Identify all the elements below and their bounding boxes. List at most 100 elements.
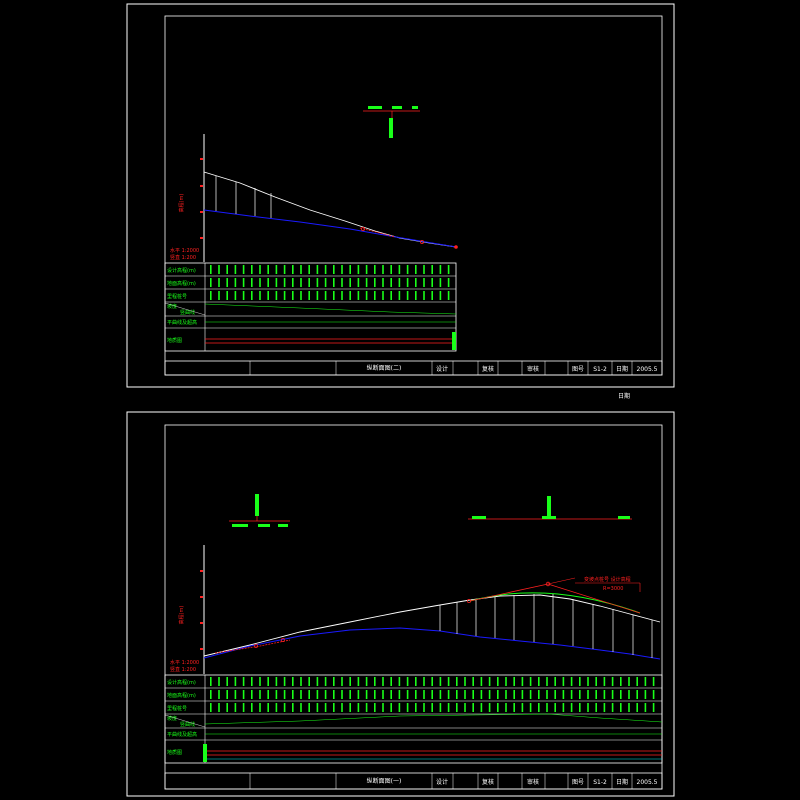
table-value-mark — [218, 703, 220, 712]
table-value-mark — [464, 677, 466, 686]
sheet-top-title-block: 纵断面图(二) 设计 复核 审核 图号 S1-2 日期 2005.5 — [164, 360, 663, 376]
table-value-mark — [357, 278, 360, 287]
table-value-mark — [570, 703, 573, 712]
table-value-mark — [374, 677, 376, 686]
table-value-mark — [406, 703, 409, 712]
table-value-mark — [644, 677, 647, 686]
sheet-bottom: 高程(m) 水平 1:2000 竖直 1:200 变坡点桩号 设计高程 R=30… — [126, 411, 675, 797]
sheet-bottom-data-table: 设计高程(m) 地面高程(m) 里程桩号 坡度 竖曲线 平曲线及超高 地质图 — [164, 674, 663, 764]
table-value-mark — [415, 690, 417, 699]
table-value-mark — [308, 265, 310, 274]
table-value-mark — [374, 690, 376, 699]
table-value-mark — [447, 291, 450, 300]
table-value-mark — [365, 291, 368, 300]
sheet-top-design-label: 设计 — [436, 365, 448, 373]
table-value-mark — [390, 703, 392, 712]
table-value-mark — [611, 677, 614, 686]
table-value-mark — [497, 690, 499, 699]
table-value-mark — [513, 703, 515, 712]
sheet-bottom-axis-label: 高程(m) — [178, 606, 185, 625]
table-value-mark — [382, 291, 384, 300]
table-value-mark — [300, 703, 302, 712]
table-value-mark — [423, 690, 425, 699]
table-value-mark — [283, 278, 286, 287]
table-value-mark — [324, 265, 327, 274]
table-value-mark — [226, 291, 228, 300]
sheet-top-row-label-chainage: 里程桩号 — [167, 293, 187, 300]
table-value-mark — [259, 677, 261, 686]
table-value-mark — [210, 677, 212, 686]
table-value-mark — [300, 291, 302, 300]
table-value-mark — [562, 677, 565, 686]
table-value-mark — [513, 690, 515, 699]
sheet-bottom-ground-line — [203, 594, 661, 657]
table-value-mark — [267, 291, 269, 300]
table-value-mark — [628, 690, 630, 699]
table-value-mark — [472, 690, 474, 699]
table-value-mark — [234, 265, 237, 274]
sheet-bottom-row-label-design-elev: 设计高程(m) — [167, 679, 196, 686]
table-value-mark — [579, 677, 581, 686]
table-value-mark — [652, 690, 655, 699]
table-value-mark — [210, 690, 212, 699]
table-value-mark — [464, 690, 466, 699]
sheet-bottom-title-block: 纵断面图(一) 设计 复核 审核 图号 S1-2 日期 2005.5 — [164, 772, 663, 790]
table-value-mark — [300, 265, 302, 274]
table-value-mark — [308, 291, 310, 300]
table-value-mark — [324, 690, 327, 699]
table-value-mark — [234, 690, 237, 699]
table-value-mark — [365, 278, 368, 287]
sheet-top-review-label: 复核 — [482, 365, 494, 373]
table-value-mark — [357, 265, 360, 274]
table-value-mark — [521, 677, 524, 686]
table-value-mark — [275, 291, 278, 300]
table-value-mark — [210, 703, 212, 712]
sheet-top-grade-segment — [359, 227, 396, 238]
table-value-mark — [283, 291, 286, 300]
table-value-mark — [439, 265, 442, 274]
table-value-mark — [620, 690, 622, 699]
table-value-mark — [447, 265, 450, 274]
sheet-top-row-label-design-elev: 设计高程(m) — [167, 267, 196, 274]
sheet-bottom-row-label-geology: 地质图 — [167, 749, 182, 756]
table-value-mark — [579, 703, 581, 712]
table-value-mark — [234, 291, 237, 300]
table-value-mark — [488, 677, 491, 686]
table-value-mark — [398, 291, 401, 300]
table-value-mark — [218, 291, 220, 300]
table-value-mark — [431, 677, 433, 686]
table-value-mark — [456, 690, 458, 699]
table-value-mark — [529, 690, 532, 699]
table-value-mark — [324, 703, 327, 712]
sheet-bottom-axis-ticks — [200, 570, 203, 650]
sheet-top-row-label-vcurve: 竖曲线 — [180, 309, 195, 316]
table-value-mark — [251, 278, 253, 287]
table-value-mark — [488, 703, 491, 712]
table-value-mark — [226, 703, 228, 712]
table-value-mark — [546, 677, 548, 686]
table-value-mark — [406, 690, 409, 699]
table-value-mark — [628, 703, 630, 712]
table-value-mark — [267, 265, 269, 274]
table-value-mark — [292, 677, 294, 686]
table-value-mark — [292, 278, 294, 287]
table-value-mark — [365, 703, 368, 712]
table-value-mark — [324, 278, 327, 287]
table-value-mark — [292, 690, 294, 699]
table-value-mark — [480, 677, 483, 686]
table-value-mark — [382, 690, 384, 699]
drawing-canvas: 高程(m) 水平 1:2000 竖直 1:200 设计高程(m) 地面高程(m)… — [126, 3, 675, 797]
table-value-mark — [546, 690, 548, 699]
table-value-mark — [341, 703, 343, 712]
table-value-mark — [283, 265, 286, 274]
table-value-mark — [620, 703, 622, 712]
table-value-mark — [423, 265, 425, 274]
table-value-mark — [431, 703, 433, 712]
sheet-bottom-date: 2005.5 — [637, 779, 658, 786]
table-value-mark — [439, 690, 442, 699]
table-value-mark — [406, 278, 409, 287]
table-value-mark — [415, 703, 417, 712]
sheet-top-row-label-ground-elev: 地面高程(m) — [167, 280, 196, 287]
sheet-top-date-label: 日期 — [616, 365, 628, 373]
table-value-mark — [456, 703, 458, 712]
